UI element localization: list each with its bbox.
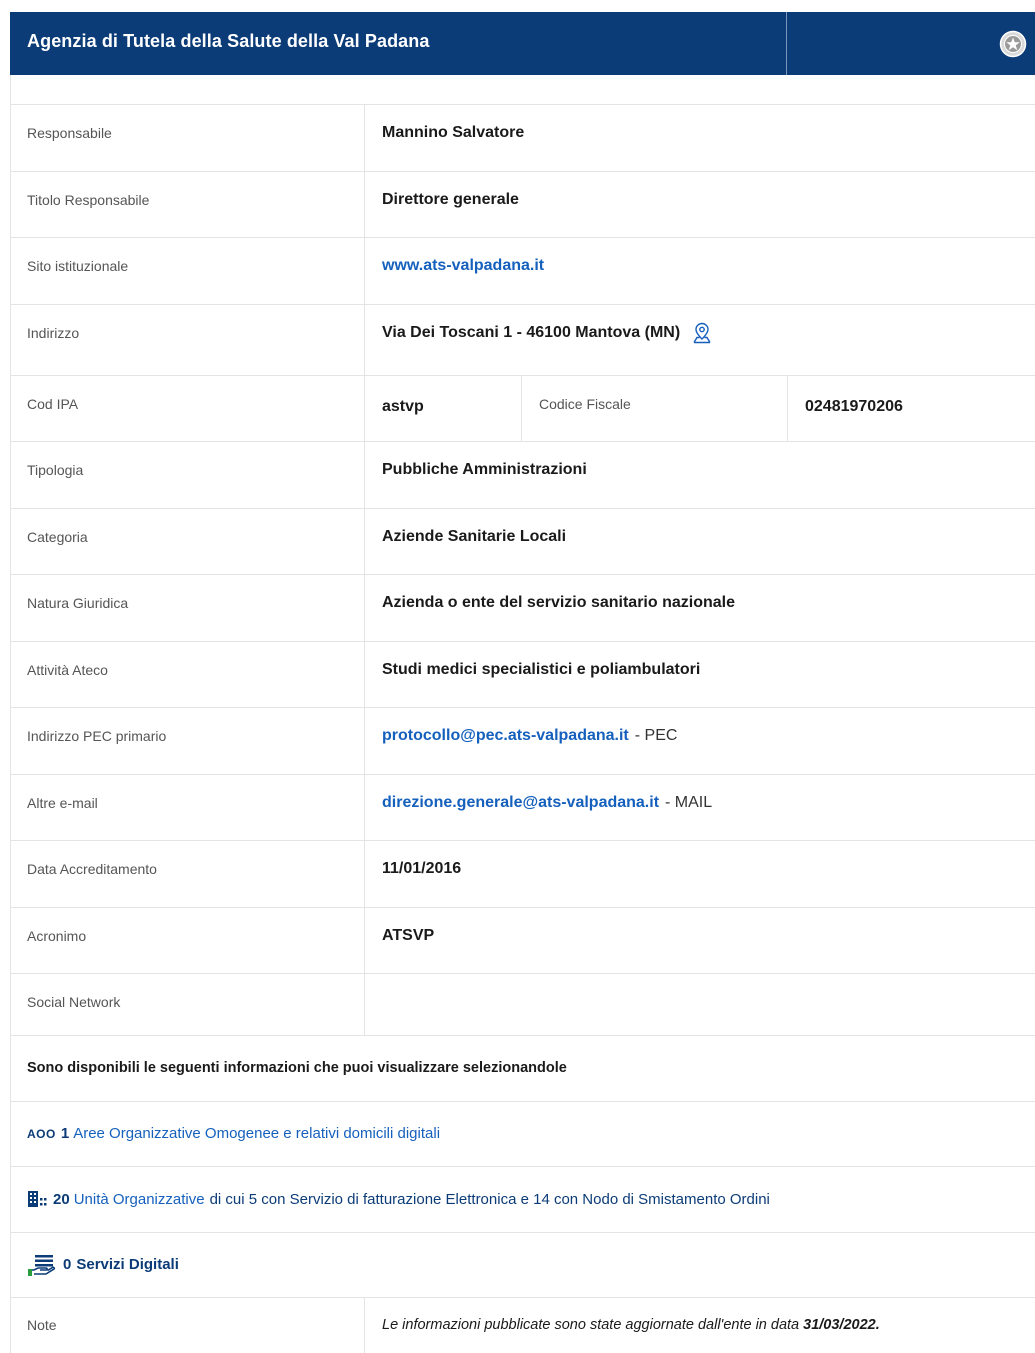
row-natura-giuridica: Natura Giuridica Azienda o ente del serv… [11, 575, 1035, 642]
row-pec: Indirizzo PEC primario protocollo@pec.at… [11, 708, 1035, 775]
info-intro: Sono disponibili le seguenti informazion… [11, 1036, 1035, 1102]
page-title: Agenzia di Tutela della Salute della Val… [27, 31, 430, 51]
label-note: Note [11, 1298, 365, 1353]
label-categoria: Categoria [11, 508, 365, 574]
label-tipologia: Tipologia [11, 442, 365, 508]
label-attivita-ateco: Attività Ateco [11, 641, 365, 707]
servizi-link[interactable]: Servizi Digitali [76, 1256, 179, 1273]
uo-description: di cui 5 con Servizio di fatturazione El… [209, 1190, 770, 1208]
label-pec: Indirizzo PEC primario [11, 708, 365, 774]
value-categoria: Aziende Sanitarie Locali [382, 527, 567, 545]
pec-link[interactable]: protocollo@pec.ats-valpadana.it [382, 727, 629, 745]
servizi-count: 0 [63, 1256, 72, 1274]
row-titolo-responsabile: Titolo Responsabile Direttore generale [11, 171, 1035, 238]
row-indirizzo: Indirizzo Via Dei Toscani 1 - 46100 Mant… [11, 304, 1035, 376]
uo-row[interactable]: 20 Unità Organizzative di cui 5 con Serv… [11, 1167, 1035, 1233]
aoo-count: 1 [60, 1125, 70, 1143]
label-responsabile: Responsabile [11, 105, 365, 171]
label-cod-ipa: Cod IPA [11, 375, 365, 441]
value-natura-giuridica: Azienda o ente del servizio sanitario na… [382, 594, 735, 611]
note-text: Le informazioni pubblicate sono state ag… [382, 1317, 800, 1333]
label-codice-fiscale: Codice Fiscale [522, 375, 788, 441]
row-data-accreditamento: Data Accreditamento 11/01/2016 [11, 841, 1035, 908]
label-natura-giuridica: Natura Giuridica [11, 575, 365, 641]
aoo-row[interactable]: AOO 1 Aree Organizzative Omogenee e rela… [11, 1102, 1035, 1167]
page: Agenzia di Tutela della Salute della Val… [0, 0, 1035, 1353]
row-social-network: Social Network [11, 974, 1035, 1036]
entity-details-table: Responsabile Mannino Salvatore Titolo Re… [10, 75, 1035, 1353]
website-link[interactable]: www.ats-valpadana.it [382, 257, 544, 275]
row-categoria: Categoria Aziende Sanitarie Locali [11, 508, 1035, 575]
email-link[interactable]: direzione.generale@ats-valpadana.it [382, 794, 659, 812]
row-acronimo: Acronimo ATSVP [11, 907, 1035, 974]
value-pec: protocollo@pec.ats-valpadana.it - PEC [365, 708, 1035, 774]
value-titolo-responsabile: Direttore generale [382, 190, 519, 208]
row-note: Note Le informazioni pubblicate sono sta… [11, 1298, 1035, 1353]
building-icon [28, 1191, 47, 1208]
value-indirizzo: Via Dei Toscani 1 - 46100 Mantova (MN) [365, 305, 1035, 375]
value-attivita-ateco: Studi medici specialistici e poliambulat… [382, 660, 701, 678]
aoo-link[interactable]: Aree Organizzative Omogenee e relativi d… [73, 1125, 440, 1142]
value-social-network [365, 974, 1035, 1035]
value-altre-email: direzione.generale@ats-valpadana.it - MA… [365, 775, 1035, 841]
value-cod-ipa: astvp [365, 375, 522, 441]
value-data-accreditamento: 11/01/2016 [382, 860, 462, 877]
label-social-network: Social Network [11, 974, 365, 1035]
label-sito-istituzionale: Sito istituzionale [11, 238, 365, 304]
note-date: 31/03/2022. [803, 1317, 880, 1333]
servizi-row[interactable]: 0 Servizi Digitali [11, 1233, 1035, 1298]
row-attivita-ateco: Attività Ateco Studi medici specialistic… [11, 641, 1035, 708]
uo-count: 20 [53, 1190, 70, 1208]
header-bar: Agenzia di Tutela della Salute della Val… [10, 12, 1035, 75]
aoo-tag: AOO [27, 1126, 56, 1141]
row-tipologia: Tipologia Pubbliche Amministrazioni [11, 442, 1035, 509]
label-data-accreditamento: Data Accreditamento [11, 841, 365, 907]
value-tipologia: Pubbliche Amministrazioni [382, 461, 587, 478]
value-codice-fiscale: 02481970206 [805, 397, 903, 415]
table-spacer [11, 75, 1035, 105]
header-divider [786, 12, 787, 75]
value-acronimo: ATSVP [382, 926, 435, 944]
italian-republic-emblem-icon [999, 30, 1027, 58]
label-acronimo: Acronimo [11, 907, 365, 973]
label-titolo-responsabile: Titolo Responsabile [11, 171, 365, 237]
uo-link[interactable]: Unità Organizzative [74, 1191, 205, 1208]
label-altre-email: Altre e-mail [11, 774, 365, 840]
email-type: - MAIL [665, 793, 713, 811]
value-responsabile: Mannino Salvatore [382, 124, 525, 141]
map-pin-icon[interactable] [690, 321, 714, 345]
row-altre-email: Altre e-mail direzione.generale@ats-valp… [11, 774, 1035, 841]
address-text: Via Dei Toscani 1 - 46100 Mantova (MN) [382, 323, 681, 341]
row-responsabile: Responsabile Mannino Salvatore [11, 105, 1035, 172]
value-note: Le informazioni pubblicate sono state ag… [365, 1298, 1035, 1353]
label-indirizzo: Indirizzo [11, 304, 365, 375]
row-cod-ipa: Cod IPA astvp Codice Fiscale 02481970206 [11, 375, 1035, 442]
hand-service-icon [28, 1254, 56, 1276]
row-sito-istituzionale: Sito istituzionale www.ats-valpadana.it [11, 238, 1035, 305]
value-sito-istituzionale: www.ats-valpadana.it [365, 238, 1035, 304]
pec-type: - PEC [634, 727, 678, 744]
